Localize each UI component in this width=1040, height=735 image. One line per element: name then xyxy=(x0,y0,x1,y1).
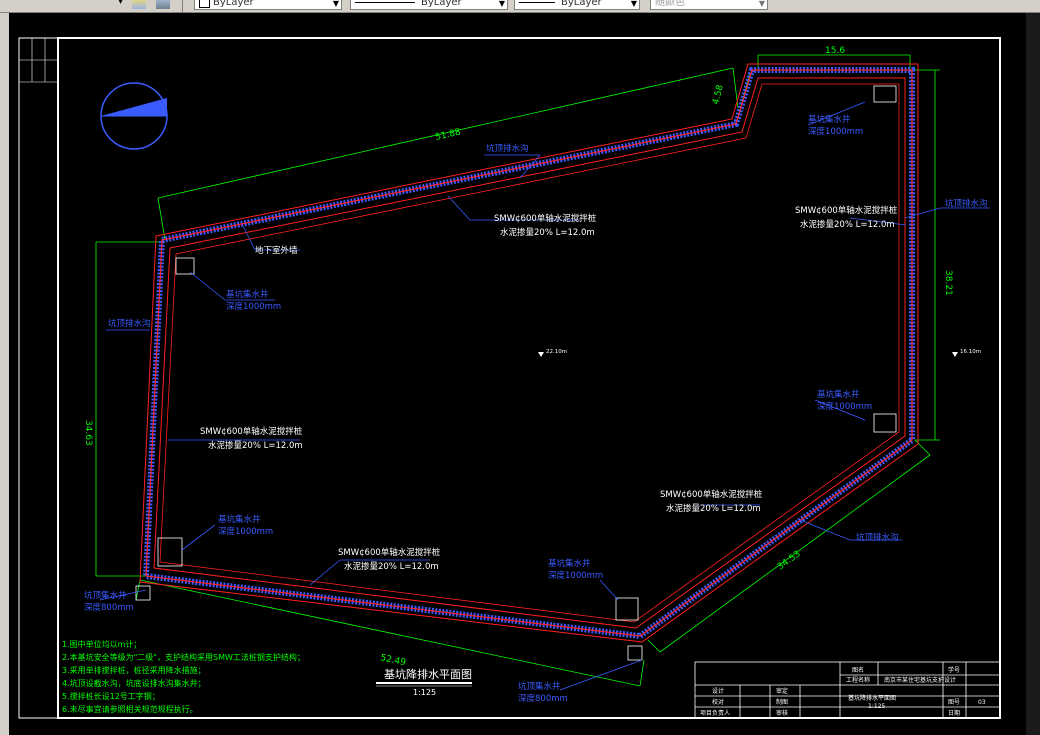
linetype-preview xyxy=(355,1,415,3)
dim-right: 38.21 xyxy=(943,270,953,296)
label-well-tr-2: 深度1000mm xyxy=(808,126,863,137)
label-topwell-b-1: 坑顶集水井 xyxy=(518,681,561,692)
label-smw1-line2: 水泥掺量20% L=12.0m xyxy=(500,227,595,238)
pit-outline xyxy=(139,63,919,643)
lineweight-preview xyxy=(519,1,555,3)
outer-frame xyxy=(18,37,1001,719)
layer-stack-icon[interactable] xyxy=(156,0,170,9)
color-combo-value: 随颜色 xyxy=(655,0,685,8)
label-well-b-1: 基坑集水井 xyxy=(548,558,591,569)
title-block-table: 工程名称 南京市某住宅基坑支护设计 图名 学号 基坑降排水平面图 1:125 图… xyxy=(694,661,1001,719)
label-basement-wall: 地下室外墙 xyxy=(255,245,298,256)
right-scrollbar-strip[interactable] xyxy=(1026,13,1040,735)
binding-strip xyxy=(19,38,58,83)
tb-drawing-value: 基坑降排水平面图 xyxy=(848,694,896,702)
chevron-down-icon: ▼ xyxy=(630,0,637,8)
lineweight-combo[interactable]: ByLayer ▼ xyxy=(514,0,640,10)
label-smw5-line1: SMW¢600单轴水泥搅拌桩 xyxy=(338,547,441,558)
drawing-title-block: 基坑降排水平面图 1:125 xyxy=(376,667,472,697)
dim-bottom: 52.49 xyxy=(379,653,407,668)
label-well-b-2: 深度1000mm xyxy=(548,570,603,581)
label-well-r-1: 基坑集水井 xyxy=(817,389,860,400)
label-well-bl-1: 基坑集水井 xyxy=(218,514,261,525)
label-smw4-line1: SMW¢600单轴水泥搅拌桩 xyxy=(660,489,763,500)
tb-check-label: 审定 xyxy=(776,687,788,695)
chevron-down-icon: ▼ xyxy=(332,0,339,8)
dim-top-left-diag: 51.88 xyxy=(434,127,462,143)
note-6: 6.未尽事宜请参照相关规范规程执行。 xyxy=(62,704,198,714)
label-well-r-2: 深度1000mm xyxy=(817,401,872,412)
tb-verify-label: 审核 xyxy=(776,709,788,717)
note-4: 4.坑顶设截水沟，坑底设排水沟集水井； xyxy=(62,678,206,688)
tb-project-value: 南京市某住宅基坑支护设计 xyxy=(884,676,956,684)
label-smw3-line1: SMW¢600单轴水泥搅拌桩 xyxy=(200,426,303,437)
tb-approve-label: 项目负责人 xyxy=(700,709,730,717)
tb-scale-value: 1:125 xyxy=(868,703,885,710)
tb-sheet-label: 图号 xyxy=(948,699,960,706)
label-elev-center: 22.10m xyxy=(546,349,567,355)
label-smw5-line2: 水泥掺量20% L=12.0m xyxy=(344,561,439,572)
label-well-tr-1: 基坑集水井 xyxy=(808,114,851,125)
label-topwell-l-2: 深度800mm xyxy=(84,602,134,613)
cad-toolbar: ▾ ByLayer ▼ ByLayer ▼ ByLayer ▼ 随颜色 ▼ xyxy=(0,0,1040,13)
inner-frame xyxy=(57,37,1001,719)
note-3: 3.采用单排搅拌桩，桩径采用降水措施； xyxy=(62,665,206,675)
tb-draw-label: 制图 xyxy=(776,698,788,706)
linetype-combo-value: ByLayer xyxy=(421,0,462,8)
label-well-bl-2: 深度1000mm xyxy=(218,526,273,537)
drawing-scale: 1:125 xyxy=(413,688,436,697)
label-smw2-line2: 水泥掺量20% L=12.0m xyxy=(800,219,895,230)
tb-review-label: 校对 xyxy=(712,698,724,706)
north-arrow-icon xyxy=(100,82,168,150)
layer-combo[interactable]: ByLayer ▼ xyxy=(194,0,342,10)
note-5: 5.搅拌桩长设12号工字钢； xyxy=(62,691,160,701)
tb-sheet-value: 03 xyxy=(978,699,986,706)
color-combo[interactable]: 随颜色 ▼ xyxy=(650,0,768,10)
note-2: 2.本基坑安全等级为"二级"，支护结构采用SMW工法桩钢支护结构； xyxy=(62,652,305,662)
layer-state-icon[interactable] xyxy=(132,0,146,9)
toolbar-dropdown-arrow[interactable]: ▾ xyxy=(118,0,123,10)
tb-project-label: 工程名称 xyxy=(846,676,870,684)
label-drain-right2: 坑顶排水沟 xyxy=(856,532,899,543)
lineweight-combo-value: ByLayer xyxy=(561,0,602,8)
tb-date-label: 日期 xyxy=(948,709,960,717)
dim-bottom-right-diag: 34.53 xyxy=(776,549,803,572)
tb-drawing-no-label: 学号 xyxy=(948,666,960,674)
linetype-combo[interactable]: ByLayer ▼ xyxy=(350,0,508,10)
label-well-tl-2: 深度1000mm xyxy=(226,301,281,312)
label-smw2-line1: SMW¢600单轴水泥搅拌桩 xyxy=(795,205,898,216)
dim-top-right-small: 4.58 xyxy=(711,84,726,106)
label-topwell-b-2: 深度800mm xyxy=(518,693,568,704)
label-smw3-line2: 水泥掺量20% L=12.0m xyxy=(208,440,303,451)
drawing-canvas[interactable]: 15.6 51.88 4.58 38.21 34.63 52.49 34.53 xyxy=(0,13,1040,735)
layer-combo-value: ByLayer xyxy=(213,0,254,8)
collection-wells xyxy=(135,85,897,661)
label-smw4-line2: 水泥掺量20% L=12.0m xyxy=(666,503,761,514)
label-drain-top: 坑顶排水沟 xyxy=(486,143,529,154)
layer-color-swatch xyxy=(199,0,210,8)
label-topwell-l-1: 坑顶集水井 xyxy=(84,590,127,601)
chevron-down-icon: ▼ xyxy=(758,0,765,8)
tb-design-label: 设计 xyxy=(712,687,724,695)
label-elev-right: 16.10m xyxy=(960,349,981,355)
note-1: 1.图中单位均以m计； xyxy=(62,639,141,649)
notes: 1.图中单位均以m计； 2.本基坑安全等级为"二级"，支护结构采用SMW工法桩钢… xyxy=(62,639,305,714)
elevation-marker-icon xyxy=(538,352,958,357)
label-drain-right: 坑顶排水沟 xyxy=(945,198,988,209)
drawing-title: 基坑降排水平面图 xyxy=(384,667,472,681)
dim-top: 15.6 xyxy=(825,46,845,56)
tb-drawing-label: 图名 xyxy=(852,666,864,674)
chevron-down-icon: ▼ xyxy=(498,0,505,8)
label-smw1-line1: SMW¢600单轴水泥搅拌桩 xyxy=(494,213,597,224)
dim-left: 34.63 xyxy=(83,420,93,446)
label-well-tl-1: 基坑集水井 xyxy=(226,289,269,300)
label-drain-left: 坑顶排水沟 xyxy=(108,318,151,329)
